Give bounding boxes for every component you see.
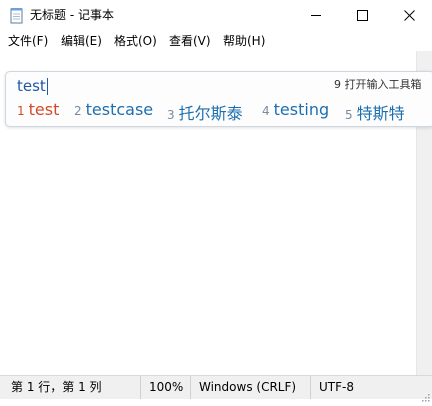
resize-grip-icon[interactable] xyxy=(420,387,430,402)
candidate-number: 1 xyxy=(17,104,25,118)
candidate-number: 3 xyxy=(167,108,175,122)
ime-toolbox-button[interactable]: 9 打开输入工具箱 xyxy=(334,78,422,92)
menu-help[interactable]: 帮助(H) xyxy=(223,33,265,49)
candidate-text: testcase xyxy=(85,100,154,119)
zoom-level: 100% xyxy=(140,376,190,399)
candidate-item[interactable]: 1 test xyxy=(17,100,59,119)
ime-candidate-window: test 9 打开输入工具箱 1 test 2 testcase 3 托尔斯泰 4 te… xyxy=(5,71,432,127)
notepad-icon xyxy=(10,7,24,24)
ime-composition-text: test xyxy=(17,77,46,95)
title-bar: 无标题 - 记事本 xyxy=(0,0,432,31)
close-button[interactable] xyxy=(386,0,432,31)
candidate-number: 5 xyxy=(345,108,353,122)
candidate-text: 托尔斯泰 xyxy=(178,104,243,123)
line-ending: Windows (CRLF) xyxy=(190,376,310,399)
candidate-text: testing xyxy=(273,100,330,119)
minimize-icon xyxy=(310,6,322,25)
candidate-text: 特斯特 xyxy=(356,104,405,123)
candidate-number: 4 xyxy=(262,104,270,118)
minimize-button[interactable] xyxy=(293,0,339,31)
maximize-button[interactable] xyxy=(339,0,385,31)
candidate-item[interactable]: 3 托尔斯泰 xyxy=(167,100,243,124)
close-icon xyxy=(403,6,415,25)
menu-format[interactable]: 格式(O) xyxy=(114,33,157,49)
window-title: 无标题 - 记事本 xyxy=(30,8,114,22)
candidate-item[interactable]: 2 testcase xyxy=(74,100,153,119)
text-caret xyxy=(47,78,48,95)
candidate-text: test xyxy=(28,100,60,119)
menu-edit[interactable]: 编辑(E) xyxy=(61,33,102,49)
candidate-number: 2 xyxy=(74,104,82,118)
candidate-item[interactable]: 5 特斯特 xyxy=(345,100,405,124)
encoding: UTF-8 xyxy=(310,376,420,399)
candidate-item[interactable]: 4 testing xyxy=(262,100,329,119)
menu-file[interactable]: 文件(F) xyxy=(8,33,48,49)
menu-view[interactable]: 查看(V) xyxy=(169,33,211,49)
menu-bar: 文件(F) 编辑(E) 格式(O) 查看(V) 帮助(H) xyxy=(0,31,432,51)
status-bar: 第 1 行，第 1 列 100% Windows (CRLF) UTF-8 xyxy=(0,375,432,402)
maximize-icon xyxy=(356,6,368,25)
cursor-position: 第 1 行，第 1 列 xyxy=(11,380,102,394)
